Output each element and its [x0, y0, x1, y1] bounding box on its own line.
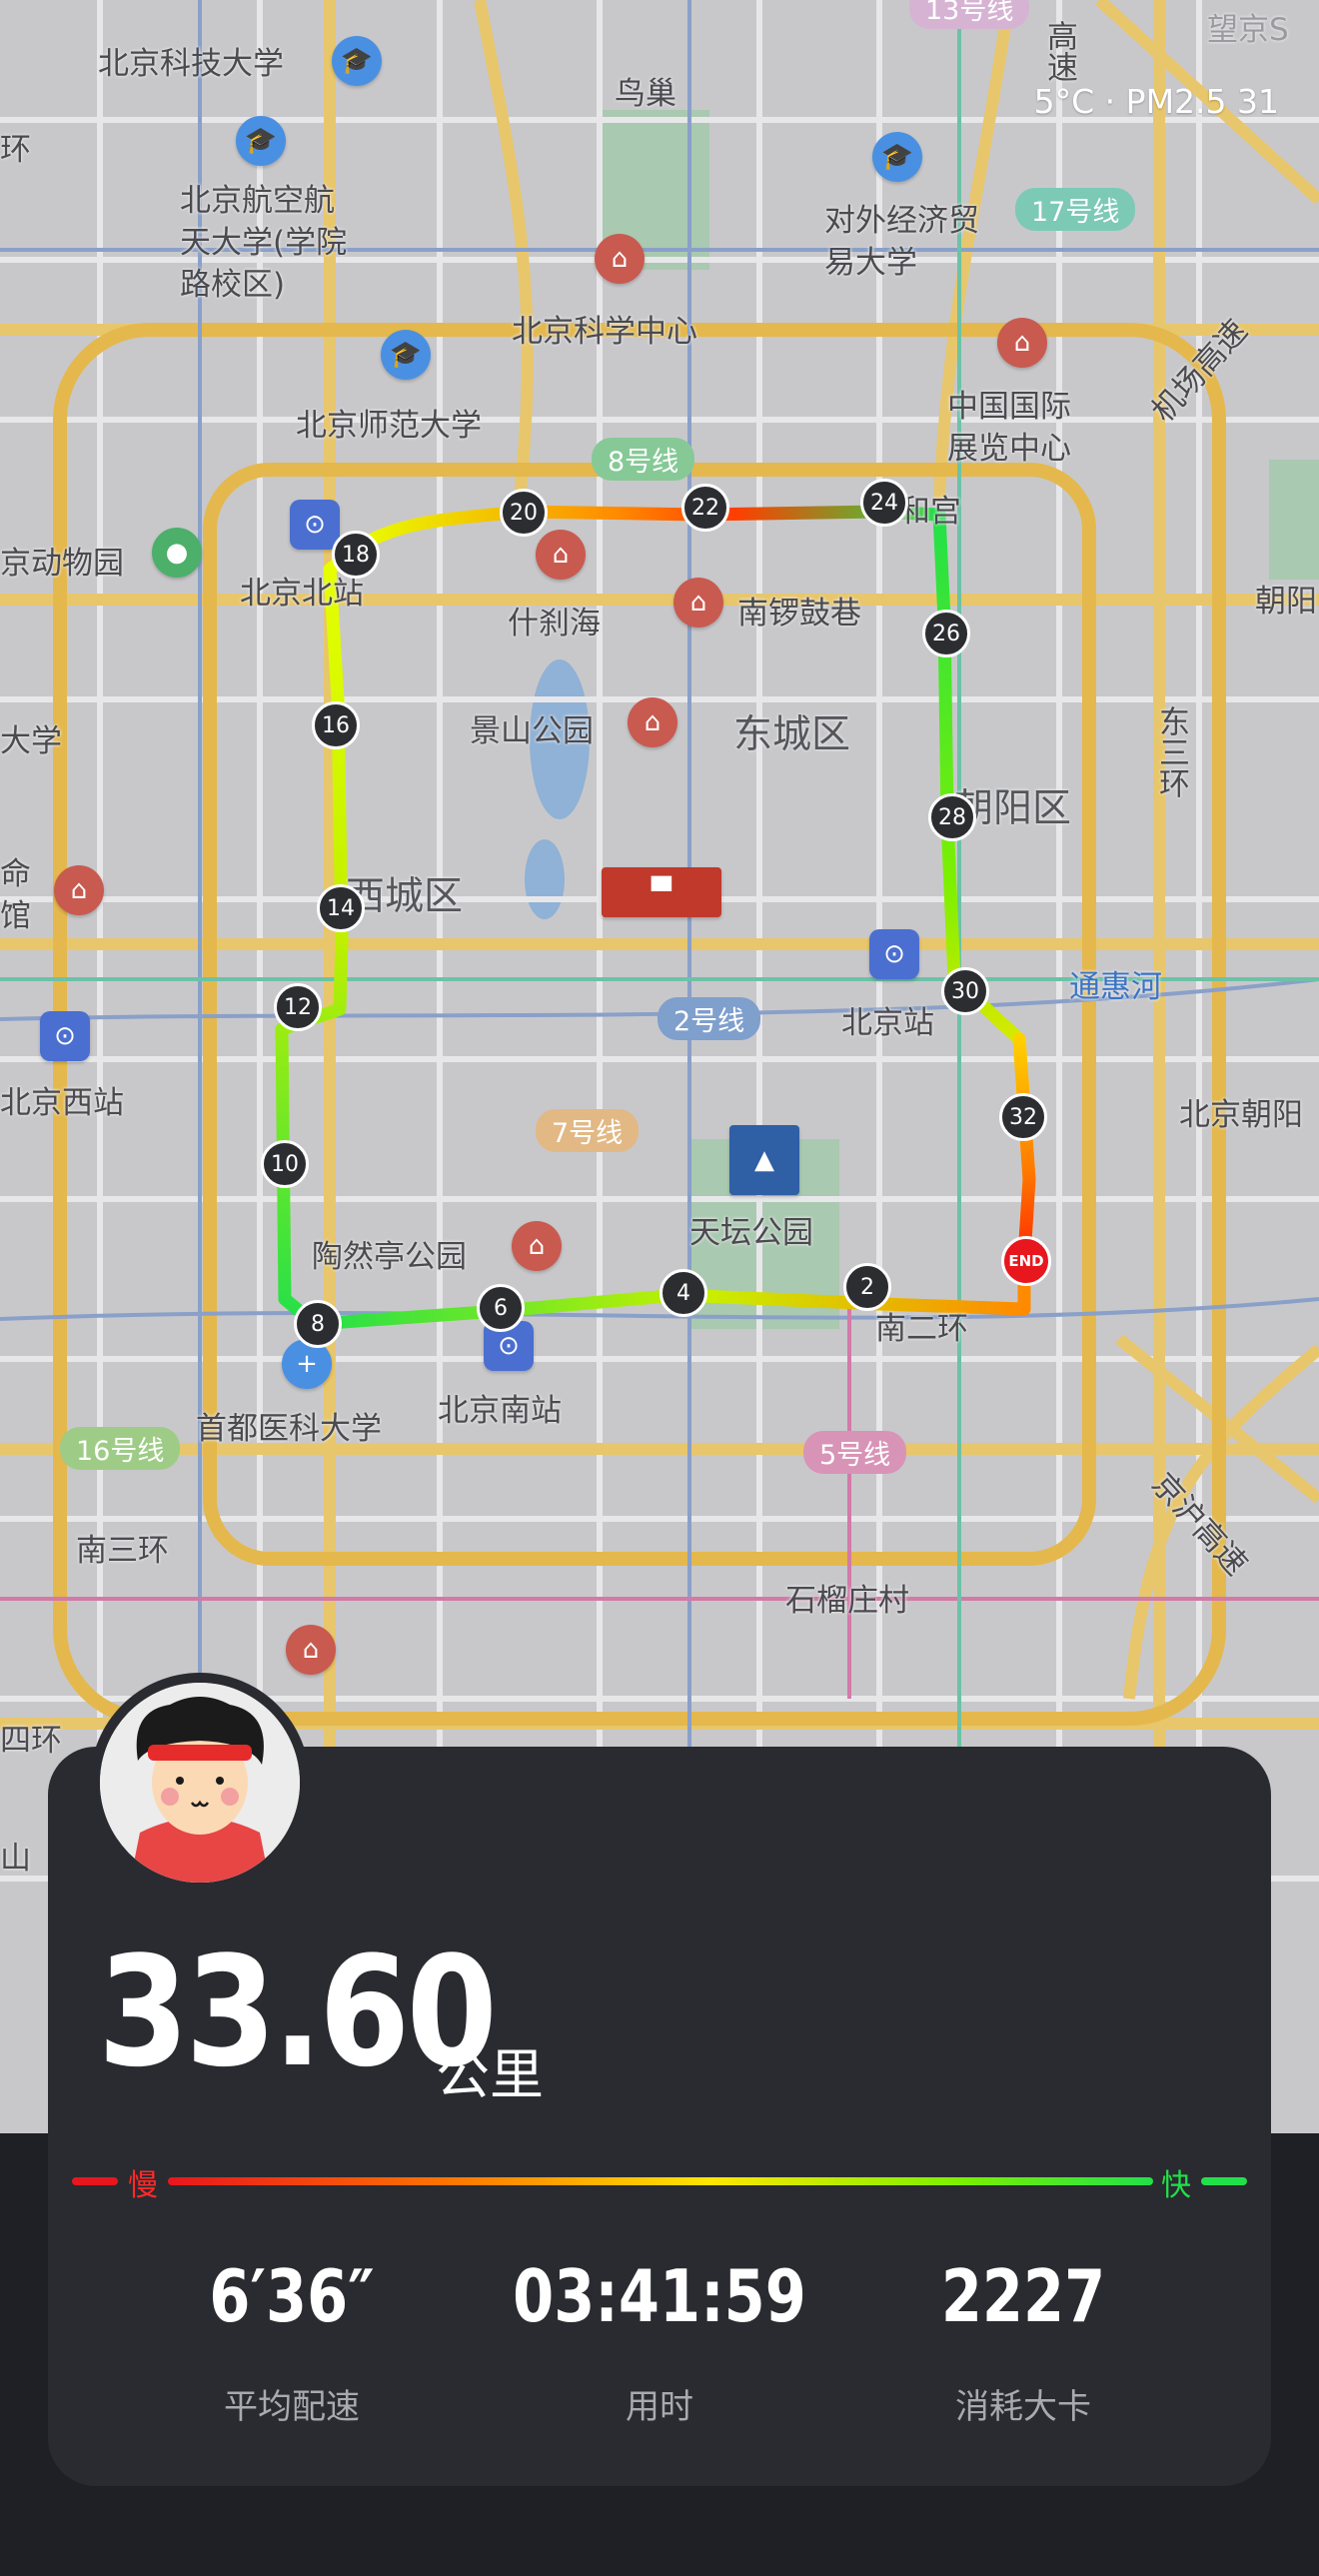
map-label: 京动物园	[0, 546, 124, 582]
avatar-image	[100, 1683, 300, 1883]
museum-icon: ⌂	[536, 530, 586, 580]
map-label: 石榴庄村	[785, 1583, 909, 1619]
map-label: 什刹海	[508, 606, 601, 642]
museum-icon: ⌂	[673, 578, 723, 628]
end-marker: END	[1001, 1236, 1051, 1286]
map-label: 陶然亭公园	[312, 1239, 467, 1275]
km-marker: 12	[274, 983, 322, 1031]
subway-line-tag: 8号线	[592, 438, 695, 481]
km-marker: 16	[312, 701, 360, 749]
map-label: 大学	[0, 723, 62, 759]
calories-label: 消耗大卡	[955, 2387, 1091, 2427]
museum-icon: ⌂	[628, 697, 677, 747]
km-marker: 28	[928, 793, 976, 841]
map-label: 东城区	[733, 712, 851, 757]
map-label: 北京朝阳	[1179, 1097, 1303, 1133]
map-label: 对外经济贸易大学	[824, 203, 979, 281]
museum-icon: ⌂	[54, 865, 104, 915]
museum-icon: ⌂	[286, 1625, 336, 1675]
map-label: 南三环	[76, 1533, 169, 1569]
map-label: 四环	[0, 1723, 62, 1759]
duration-label: 用时	[626, 2387, 693, 2427]
km-marker: 20	[500, 489, 548, 537]
map-label: 景山公园	[470, 713, 594, 749]
km-marker: 10	[261, 1140, 309, 1188]
subway-line-tag: 17号线	[1015, 188, 1136, 231]
km-marker: 22	[681, 484, 729, 532]
total-distance: 33.60	[98, 1924, 498, 2100]
distance-unit: 公里	[436, 2043, 544, 2106]
map-label: 北京航空航天大学(学院路校区)	[180, 183, 348, 303]
subway-line-tag: 5号线	[803, 1431, 907, 1474]
km-marker: 32	[999, 1093, 1047, 1141]
map-label: 高速	[1041, 20, 1077, 82]
university-icon: 🎓	[872, 132, 922, 182]
map-label: 山	[0, 1841, 31, 1877]
km-marker: 6	[477, 1284, 525, 1332]
map-label: 北京师范大学	[296, 408, 482, 444]
map-label: 南锣鼓巷	[737, 596, 861, 632]
temple-of-heaven-icon: ▲	[729, 1125, 799, 1195]
map-label: 北京西站	[0, 1085, 124, 1121]
map-label: 北京科学中心	[512, 314, 697, 350]
university-icon: 🎓	[236, 116, 286, 166]
museum-icon: ⌂	[512, 1221, 562, 1271]
map-label: 东三环	[1153, 705, 1189, 798]
pace-gradient-bar	[72, 2177, 1247, 2185]
map-label: 通惠河	[1069, 969, 1162, 1005]
km-marker: 18	[332, 531, 380, 579]
km-marker: 4	[660, 1269, 707, 1317]
map-label: 环	[0, 132, 31, 168]
subway-line-tag: 2号线	[658, 997, 761, 1040]
map-label: 北京站	[841, 1005, 934, 1041]
km-marker: 30	[941, 967, 989, 1015]
station-icon: ⊙	[290, 500, 340, 550]
station-icon: ⊙	[869, 929, 919, 979]
duration-value: 03:41:59	[513, 2254, 806, 2338]
map-label: 朝阳	[1255, 584, 1317, 620]
map-label: 北京南站	[438, 1393, 562, 1429]
avg-pace-label: 平均配速	[224, 2387, 360, 2427]
km-marker: 24	[860, 479, 908, 527]
zoo-icon: ●	[152, 528, 202, 578]
avatar[interactable]	[90, 1673, 310, 1893]
km-marker: 14	[317, 884, 365, 932]
subway-line-tag: 16号线	[60, 1427, 181, 1470]
pace-fast-label: 快	[1161, 2168, 1191, 2203]
weather-readout: 5°C · PM2.5 31	[1033, 82, 1279, 121]
pace-slow-label: 慢	[128, 2168, 158, 2203]
map-label: 首都医科大学	[196, 1411, 382, 1447]
km-marker: 8	[294, 1300, 342, 1348]
university-icon: 🎓	[332, 36, 382, 86]
subway-line-tag: 13号线	[909, 0, 1030, 29]
map-label: 天坛公园	[689, 1215, 813, 1251]
map-label: 命馆	[0, 856, 31, 934]
map-label: 鸟巢	[615, 76, 676, 112]
museum-icon: ⌂	[595, 234, 645, 284]
calories-value: 2227	[940, 2254, 1106, 2338]
tiananmen-icon: ▀	[602, 867, 721, 917]
map-label: 中国国际展览中心	[947, 389, 1071, 467]
subway-line-tag: 7号线	[536, 1109, 640, 1152]
avg-pace-value: 6′36″	[209, 2254, 375, 2338]
station-icon: ⊙	[40, 1011, 90, 1061]
km-marker: 2	[843, 1263, 891, 1311]
map-label: 北京科技大学	[98, 46, 284, 82]
museum-icon: ⌂	[997, 318, 1047, 368]
map-label: 望京S	[1207, 12, 1289, 48]
km-marker: 26	[922, 610, 970, 657]
map-label: 南二环	[875, 1311, 968, 1347]
university-icon: 🎓	[381, 330, 431, 380]
map-label: 和宫	[899, 494, 961, 530]
